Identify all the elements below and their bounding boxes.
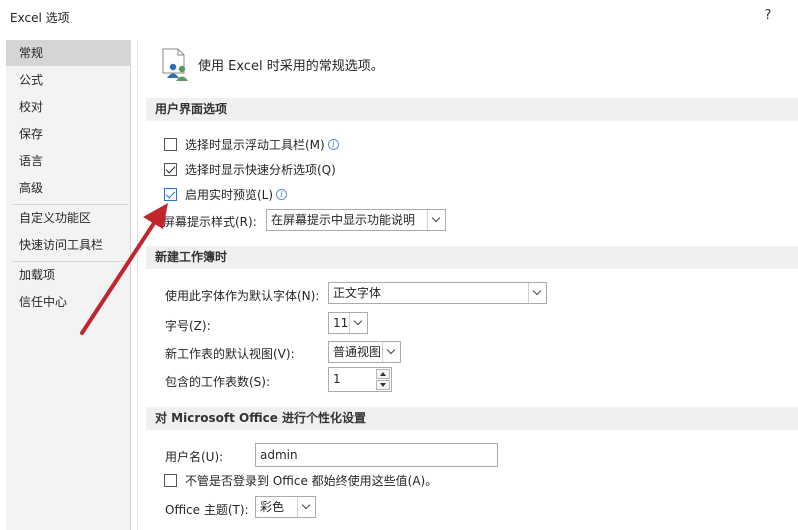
content-divider bbox=[137, 40, 138, 530]
sidebar-item-trust-center[interactable]: 信任中心 bbox=[6, 289, 130, 315]
quick-analysis-option: 选择时显示快速分析选项(Q) bbox=[164, 160, 336, 178]
font-size-select[interactable]: 11 bbox=[328, 312, 368, 334]
section-personalize: 对 Microsoft Office 进行个性化设置 bbox=[146, 407, 798, 430]
always-use-option: 不管是否登录到 Office 都始终使用这些值(A)。 bbox=[164, 471, 437, 489]
spin-down-icon[interactable] bbox=[376, 380, 390, 390]
username-label: 用户名(U): bbox=[165, 450, 224, 464]
mini-toolbar-checkbox[interactable] bbox=[164, 137, 177, 151]
username-input[interactable]: admin bbox=[255, 443, 498, 467]
sidebar-item-advanced[interactable]: 高级 bbox=[6, 175, 130, 201]
screentip-style-value: 在屏幕提示中显示功能说明 bbox=[271, 213, 416, 227]
sidebar-item-formulas[interactable]: 公式 bbox=[6, 67, 130, 93]
screentip-style-select[interactable]: 在屏幕提示中显示功能说明 bbox=[266, 209, 446, 231]
live-preview-option: 启用实时预览(L) i bbox=[164, 185, 288, 203]
quick-analysis-checkbox[interactable] bbox=[164, 162, 177, 176]
sheet-count-label: 包含的工作表数(S): bbox=[165, 375, 271, 389]
chevron-down-icon[interactable] bbox=[382, 342, 400, 362]
sidebar-item-quick-access-toolbar[interactable]: 快速访问工具栏 bbox=[6, 232, 130, 258]
title-bar: Excel 选项 ? bbox=[0, 0, 798, 33]
default-view-label: 新工作表的默认视图(V): bbox=[165, 347, 295, 361]
options-people-icon bbox=[162, 48, 188, 81]
mini-toolbar-label: 选择时显示浮动工具栏(M) bbox=[185, 137, 325, 152]
default-view-value: 普通视图 bbox=[333, 345, 382, 359]
chevron-down-icon[interactable] bbox=[297, 497, 315, 517]
office-theme-label: Office 主题(T): bbox=[165, 503, 249, 517]
quick-analysis-label: 选择时显示快速分析选项(Q) bbox=[185, 162, 336, 177]
mini-toolbar-option: 选择时显示浮动工具栏(M) i bbox=[164, 135, 339, 153]
sidebar-item-language[interactable]: 语言 bbox=[6, 148, 130, 174]
spin-up-icon[interactable] bbox=[376, 369, 390, 379]
info-icon: i bbox=[327, 138, 339, 150]
header-description: 使用 Excel 时采用的常规选项。 bbox=[198, 59, 384, 74]
sidebar-item-proofing[interactable]: 校对 bbox=[6, 94, 130, 120]
sidebar-item-general[interactable]: 常规 bbox=[6, 40, 130, 66]
sheet-count-value: 1 bbox=[333, 372, 341, 386]
sidebar: 常规 公式 校对 保存 语言 高级 自定义功能区 快速访问工具栏 加载项 信任中… bbox=[6, 40, 131, 530]
default-font-select[interactable]: 正文字体 bbox=[328, 282, 547, 304]
chevron-down-icon[interactable] bbox=[528, 283, 546, 303]
sidebar-item-add-ins[interactable]: 加载项 bbox=[6, 262, 130, 288]
default-view-select[interactable]: 普通视图 bbox=[328, 341, 401, 363]
font-size-value: 11 bbox=[333, 316, 349, 330]
chevron-down-icon[interactable] bbox=[349, 313, 367, 333]
screentip-style-label: 屏幕提示样式(R): bbox=[163, 215, 257, 229]
office-theme-value: 彩色 bbox=[260, 500, 285, 514]
live-preview-checkbox[interactable] bbox=[164, 187, 177, 201]
info-icon: i bbox=[276, 188, 288, 200]
live-preview-label: 启用实时预览(L) bbox=[185, 187, 274, 202]
font-size-label: 字号(Z): bbox=[165, 319, 211, 333]
chevron-down-icon[interactable] bbox=[427, 210, 445, 230]
office-theme-select[interactable]: 彩色 bbox=[255, 496, 316, 518]
help-button[interactable]: ? bbox=[760, 6, 776, 26]
default-font-label: 使用此字体作为默认字体(N): bbox=[165, 289, 320, 303]
always-use-label: 不管是否登录到 Office 都始终使用这些值(A)。 bbox=[185, 473, 438, 488]
sidebar-item-save[interactable]: 保存 bbox=[6, 121, 130, 147]
sheet-count-spinner[interactable]: 1 bbox=[328, 367, 392, 392]
default-font-value: 正文字体 bbox=[333, 286, 382, 300]
window-title: Excel 选项 bbox=[10, 11, 70, 25]
sidebar-item-customize-ribbon[interactable]: 自定义功能区 bbox=[6, 205, 130, 231]
section-new-workbook: 新建工作簿时 bbox=[146, 246, 798, 269]
section-ui-options: 用户界面选项 bbox=[146, 98, 798, 121]
always-use-checkbox[interactable] bbox=[164, 473, 177, 487]
